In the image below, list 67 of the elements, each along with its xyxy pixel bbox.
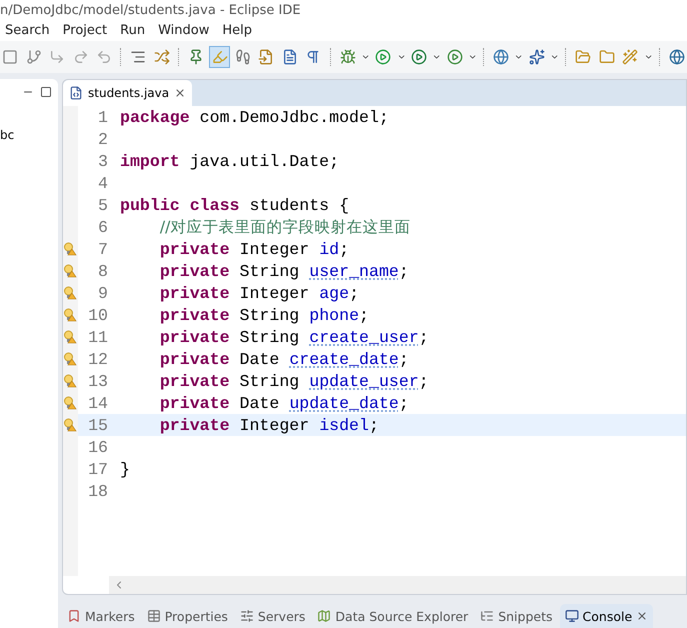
line-number: 6 [97,218,109,236]
view-tab[interactable]: Markers [62,604,140,628]
code-line: private String phone; [158,306,369,324]
warning-bulb-icon[interactable] [63,396,77,410]
warning-bulb-icon[interactable] [63,242,77,256]
code-line: public class students { [120,196,350,214]
code-line: private Integer age; [158,284,360,302]
sliders-icon [240,609,254,623]
warning-bulb-icon[interactable] [63,352,77,366]
list-icon [480,609,494,623]
view-tab[interactable]: Console [560,604,654,628]
view-tab[interactable]: Properties [142,604,233,628]
line-number: 17 [87,460,109,478]
menu-item[interactable]: Run [114,23,152,38]
map-icon [317,609,332,623]
menu-item[interactable]: Help [216,23,259,38]
line-number: 10 [87,306,109,324]
java-file-icon [69,86,83,100]
horizontal-scrollbar[interactable] [109,576,686,594]
code-line: private Integer id; [158,240,350,258]
code-line: private Date create_date; [158,350,409,368]
line-number: 12 [87,350,109,368]
tab-label: students.java [88,86,170,100]
line-number: 1 [97,108,109,126]
tree-item[interactable]: bc [0,105,58,142]
warning-bulb-icon[interactable] [63,330,77,344]
code-line: //对应于表里面的字段映射在这里面 [158,216,410,238]
view-tab[interactable]: Data Source Explorer [312,604,474,628]
code-line: private Date update_date; [158,394,409,412]
line-number: 18 [87,482,109,500]
menu-item[interactable]: Project [56,23,114,38]
code-line: private String update_user; [158,372,429,390]
window-title: n/DemoJdbc/model/students.java - Eclipse IDE [0,2,301,18]
line-number: 7 [97,240,109,258]
view-tab[interactable]: Servers [234,604,310,628]
close-icon[interactable] [174,87,186,99]
line-number: 14 [87,394,109,412]
table-icon [146,609,161,623]
monitor-icon [564,609,579,623]
line-number: 9 [97,284,109,302]
maximize-icon[interactable] [40,86,52,98]
code-line: private String create_user; [158,328,429,346]
editor-tab[interactable]: students.java [63,80,192,106]
warning-bulb-icon[interactable] [63,374,77,388]
line-number: 2 [97,130,109,148]
warning-bulb-icon[interactable] [63,264,77,278]
view-tab[interactable]: Snippets [475,604,558,628]
menu-item[interactable]: Window [152,23,216,38]
line-number: 15 [87,416,109,434]
warning-bulb-icon[interactable] [63,418,77,432]
code-line: import java.util.Date; [120,152,340,170]
close-icon[interactable] [636,610,648,622]
bookmark-icon [67,609,81,623]
line-number: 5 [97,196,109,214]
menu-item[interactable]: Search [0,23,57,38]
code-line: private Integer isdel; [158,416,379,434]
line-number: 3 [97,152,109,170]
code-line: package com.DemoJdbc.model; [120,108,389,126]
code-line: } [120,460,130,478]
line-number: 8 [97,262,109,280]
line-number: 11 [87,328,109,346]
line-number: 16 [87,438,109,456]
warning-bulb-icon[interactable] [63,308,77,322]
line-number: 4 [97,174,109,192]
code-line: private String user_name; [158,262,409,280]
line-number: 13 [87,372,109,390]
warning-bulb-icon[interactable] [63,286,77,300]
